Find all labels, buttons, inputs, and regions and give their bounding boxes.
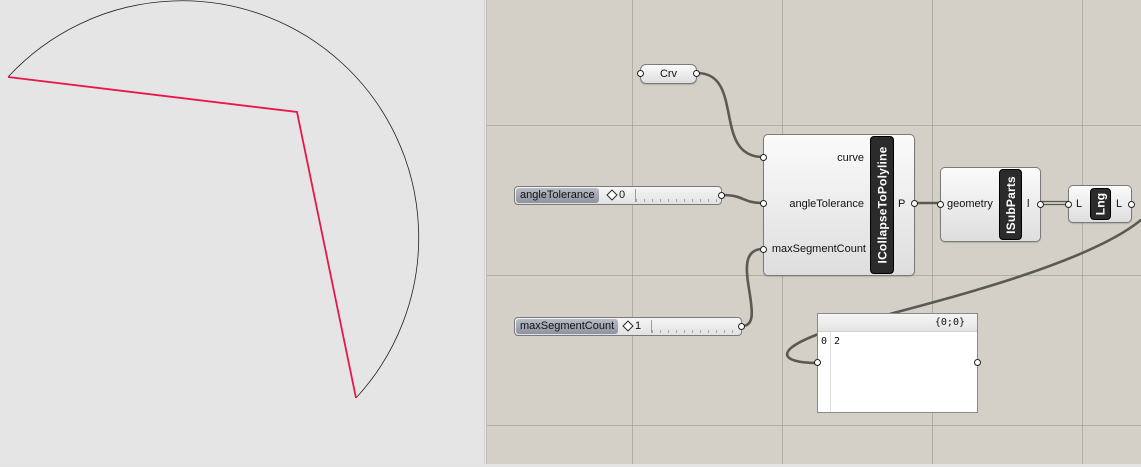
curve-input-grip[interactable] [760,154,767,161]
maxsegmentcount-slider-knob[interactable] [622,320,634,332]
angletolerance-slider-name: angleTolerance [516,188,599,203]
maxsegmentcount-slider[interactable]: maxSegmentCount 1 [514,317,745,336]
subparts-output-grip[interactable] [1037,201,1044,208]
maxsegmentcount-slider-output-grip[interactable] [738,323,745,330]
crv-output-grip[interactable] [693,70,700,77]
crv-param[interactable]: Crv [637,64,700,84]
collapsed-polyline [7,76,357,399]
angletolerance-slider[interactable]: angleTolerance 0 [514,186,725,205]
panel-item-value: 2 [834,336,841,347]
panel-input-grip[interactable] [814,359,821,366]
angletolerance-slider-track[interactable] [635,189,717,202]
maxsegmentcount-input-grip[interactable] [760,246,767,253]
collapse-to-polyline-component[interactable]: curve angleTolerance maxSegmentCount ICo… [760,134,918,276]
lng-input-label: L [1076,198,1083,210]
panel-header: {0;0} [818,314,977,332]
lng-input-grip[interactable] [1065,201,1072,208]
subparts-name: ISubParts [1003,175,1018,234]
lng-name-bar: Lng [1090,188,1111,220]
crv-label: Crv [659,68,678,80]
lng-output-grip[interactable] [1128,201,1135,208]
lng-component[interactable]: L Lng L [1065,185,1135,223]
angletolerance-input-grip[interactable] [760,200,767,207]
arc-curve [7,0,420,399]
angletolerance-slider-value: 0 [619,189,626,201]
output-panel[interactable]: {0;0} 0 2 [814,313,981,413]
panel-branch-path: {0;0} [934,317,965,328]
lng-name: Lng [1093,192,1108,216]
output-p-label: P [898,198,906,210]
lng-output-label: L [1116,198,1123,210]
maxsegmentcount-slider-track[interactable] [651,320,737,333]
subparts-name-bar: ISubParts [999,169,1022,240]
angletolerance-slider-knob[interactable] [606,189,618,201]
angletolerance-slider-output-grip[interactable] [718,192,725,199]
collapse-component-name: ICollapseToPolyline [875,146,889,264]
output-l-label: l [1027,198,1030,210]
maxsegmentcount-slider-name: maxSegmentCount [516,319,619,334]
panel-index-gutter [830,332,831,412]
viewport-geometry [7,0,420,399]
panel-item-index: 0 [821,336,828,347]
maxsegmentcount-slider-value: 1 [635,320,642,332]
input-maxsegmentcount-label: maxSegmentCount [771,243,866,255]
geometry-input-grip[interactable] [937,201,944,208]
crv-input-grip[interactable] [637,70,644,77]
collapse-component-name-bar: ICollapseToPolyline [870,136,894,274]
panel-output-grip[interactable] [974,359,981,366]
input-geometry-label: geometry [947,198,993,210]
input-curve-label: curve [837,152,864,164]
p-output-grip[interactable] [911,200,918,207]
subparts-component[interactable]: geometry ISubParts l [937,167,1044,242]
rhino-viewport[interactable] [0,0,484,464]
input-angletolerance-label: angleTolerance [789,198,864,210]
